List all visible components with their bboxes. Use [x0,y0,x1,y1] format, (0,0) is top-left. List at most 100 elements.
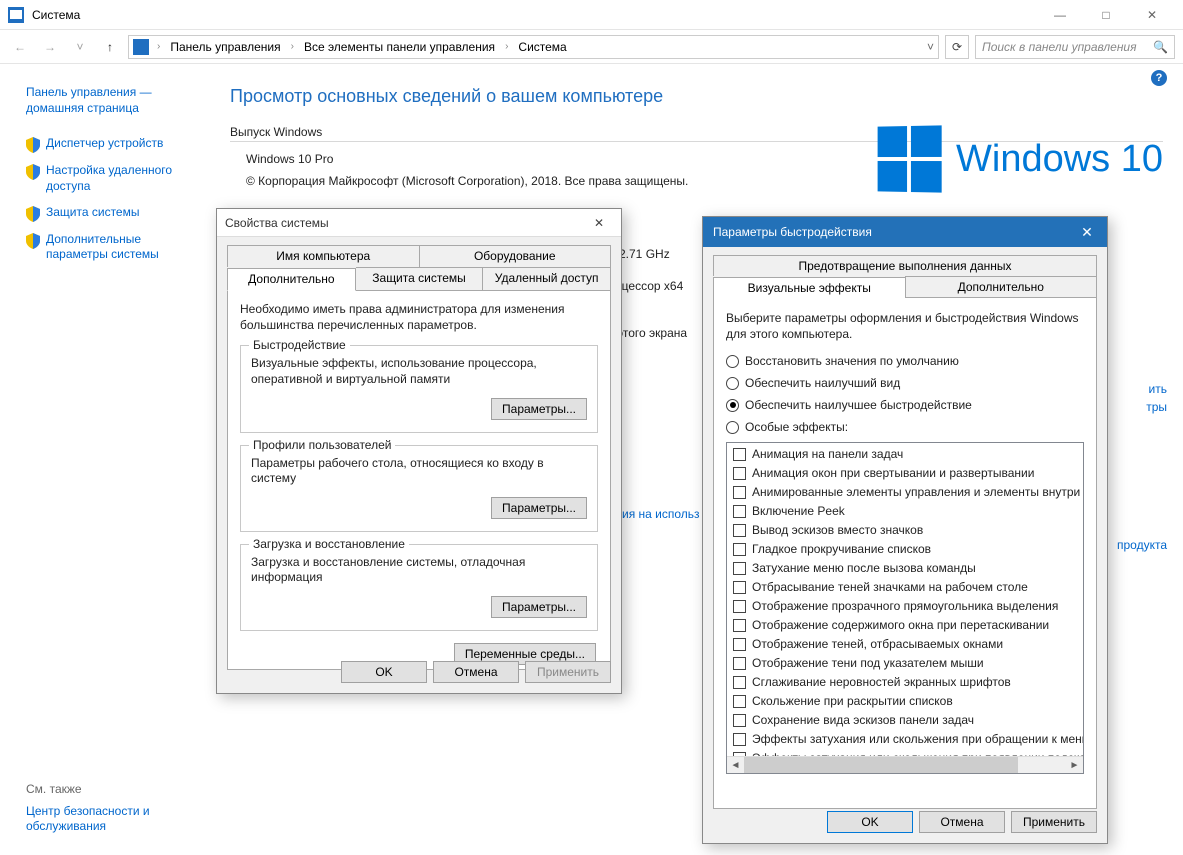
performance-group: Быстродействие Визуальные эффекты, испол… [240,345,598,432]
performance-options-dialog: Параметры быстродействия ✕ Предотвращени… [702,216,1108,844]
checkbox-icon [733,619,746,632]
radio-icon [726,421,739,434]
apply-button[interactable]: Применить [525,661,611,683]
addressbar[interactable]: › Панель управления › Все элементы панел… [128,35,939,59]
effects-checklist[interactable]: Анимация на панели задачАнимация окон пр… [726,442,1084,774]
checkbox-icon [733,657,746,670]
partial-link[interactable]: тры [1146,400,1167,414]
forward-button[interactable]: → [38,35,62,59]
sidebar-item-label: Диспетчер устройств [46,136,163,152]
user-profiles-settings-button[interactable]: Параметры... [491,497,587,519]
addressbar-dropdown-icon[interactable]: ˅ [927,40,934,54]
checklist-item[interactable]: Анимация на панели задач [729,445,1081,464]
checklist-item[interactable]: Сохранение вида эскизов панели задач [729,711,1081,730]
tab-visual-effects[interactable]: Визуальные эффекты [713,277,905,298]
breadcrumb[interactable]: Система [516,40,568,54]
dialog-body: Имя компьютера Оборудование Дополнительн… [217,237,621,693]
partial-link[interactable]: ить [1146,382,1167,396]
minimize-button[interactable]: — [1037,0,1083,30]
partial-usage-link[interactable]: ия на использ [622,507,700,521]
close-button[interactable]: ✕ [1129,0,1175,30]
checklist-item[interactable]: Анимированные элементы управления и элем… [729,483,1081,502]
tab-remote[interactable]: Удаленный доступ [483,267,611,290]
checklist-item-label: Отображение содержимого окна при перетас… [752,617,1049,634]
dialog-body: Предотвращение выполнения данных Визуаль… [703,247,1107,843]
checklist-item-label: Сохранение вида эскизов панели задач [752,712,974,729]
windows10-text: Windows 10 [956,138,1163,181]
checkbox-icon [733,524,746,537]
radio-option[interactable]: Обеспечить наилучший вид [726,376,1084,390]
checklist-item[interactable]: Анимация окон при свертывании и разверты… [729,464,1081,483]
cancel-button[interactable]: Отмена [433,661,519,683]
checklist-item[interactable]: Скольжение при раскрытии списков [729,692,1081,711]
scroll-right-icon[interactable]: ► [1066,757,1083,774]
tabs-row-lower: Визуальные эффекты Дополнительно [713,276,1097,297]
maximize-button[interactable]: □ [1083,0,1129,30]
close-icon[interactable]: ✕ [585,213,613,233]
checklist-item[interactable]: Отображение содержимого окна при перетас… [729,616,1081,635]
scroll-track[interactable] [744,757,1066,773]
checklist-item[interactable]: Эффекты затухания или скольжения при обр… [729,730,1081,749]
checklist-item-label: Отображение теней, отбрасываемых окнами [752,636,1003,653]
horizontal-scrollbar[interactable]: ◄ ► [727,756,1083,773]
checklist-item-label: Эффекты затухания или скольжения при обр… [752,731,1084,748]
up-button[interactable]: ↑ [98,35,122,59]
checkbox-icon [733,714,746,727]
partial-product-link[interactable]: продукта [1117,538,1167,552]
sidebar-item-advanced-settings[interactable]: Дополнительные параметры системы [26,232,200,263]
breadcrumb[interactable]: Панель управления [168,40,282,54]
checklist-item[interactable]: Гладкое прокручивание списков [729,540,1081,559]
sidebar: Панель управления — домашняя страница Ди… [0,64,210,855]
scroll-thumb[interactable] [744,757,1018,773]
checklist-item[interactable]: Затухание меню после вызова команды [729,559,1081,578]
tab-advanced[interactable]: Дополнительно [227,268,356,291]
tab-body: Выберите параметры оформления и быстроде… [713,297,1097,809]
page-title: Просмотр основных сведений о вашем компь… [230,86,1163,107]
performance-settings-button[interactable]: Параметры... [491,398,587,420]
checkbox-icon [733,448,746,461]
radio-option[interactable]: Восстановить значения по умолчанию [726,354,1084,368]
refresh-button[interactable]: ⟳ [945,35,969,59]
close-icon[interactable]: ✕ [1067,217,1107,247]
window-controls: — □ ✕ [1037,0,1175,30]
search-input[interactable]: Поиск в панели управления 🔍 [975,35,1175,59]
back-button[interactable]: ← [8,35,32,59]
apply-button[interactable]: Применить [1011,811,1097,833]
checklist-item[interactable]: Отбрасывание теней значками на рабочем с… [729,578,1081,597]
breadcrumb[interactable]: Все элементы панели управления [302,40,497,54]
radio-option[interactable]: Особые эффекты: [726,420,1084,434]
checklist-item[interactable]: Отображение прозрачного прямоугольника в… [729,597,1081,616]
checklist-item-label: Скольжение при раскрытии списков [752,693,953,710]
see-also-link[interactable]: Центр безопасности и обслуживания [26,804,186,835]
group-text: Параметры рабочего стола, относящиеся ко… [251,456,587,487]
startup-recovery-settings-button[interactable]: Параметры... [491,596,587,618]
navbar: ← → ˅ ↑ › Панель управления › Все элемен… [0,30,1183,64]
checklist-item[interactable]: Вывод эскизов вместо значков [729,521,1081,540]
checklist-item[interactable]: Отображение тени под указателем мыши [729,654,1081,673]
radio-option[interactable]: Обеспечить наилучшее быстродействие [726,398,1084,412]
checklist-item[interactable]: Отображение теней, отбрасываемых окнами [729,635,1081,654]
cancel-button[interactable]: Отмена [919,811,1005,833]
group-legend: Быстродействие [249,338,350,352]
tab-dep[interactable]: Предотвращение выполнения данных [713,255,1097,276]
tab-advanced[interactable]: Дополнительно [905,276,1098,297]
checklist-item-label: Гладкое прокручивание списков [752,541,931,558]
ok-button[interactable]: OK [827,811,913,833]
scroll-left-icon[interactable]: ◄ [727,757,744,774]
startup-recovery-group: Загрузка и восстановление Загрузка и вос… [240,544,598,631]
tab-system-protection[interactable]: Защита системы [356,267,484,290]
history-dropdown[interactable]: ˅ [68,35,92,59]
see-also-head: См. также [26,782,186,796]
ok-button[interactable]: OK [341,661,427,683]
tab-hardware[interactable]: Оборудование [420,245,612,267]
radio-label: Обеспечить наилучшее быстродействие [745,398,972,412]
sidebar-item-device-manager[interactable]: Диспетчер устройств [26,136,200,153]
tab-computer-name[interactable]: Имя компьютера [227,245,420,267]
checklist-item[interactable]: Сглаживание неровностей экранных шрифтов [729,673,1081,692]
control-panel-home-link[interactable]: Панель управления — домашняя страница [26,84,200,116]
sidebar-item-label: Настройка удаленного доступа [46,163,200,194]
sidebar-item-remote-access[interactable]: Настройка удаленного доступа [26,163,200,194]
sidebar-item-system-protection[interactable]: Защита системы [26,205,200,222]
checklist-item[interactable]: Включение Peek [729,502,1081,521]
checklist-item-label: Отображение прозрачного прямоугольника в… [752,598,1058,615]
